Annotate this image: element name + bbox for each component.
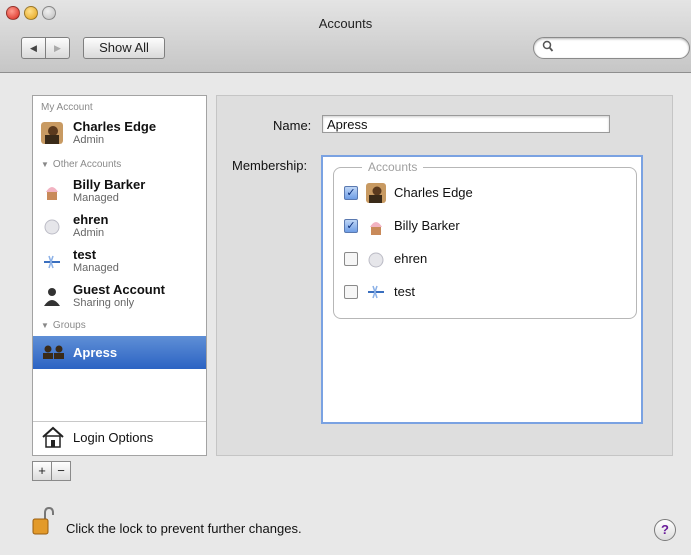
sidebar-item-billy-barker[interactable]: Billy Barker Managed	[33, 176, 206, 210]
guest-silhouette-icon	[44, 288, 60, 306]
accounts-box: Accounts ✓ Charles Edge ✓ Billy Barker e…	[333, 160, 637, 319]
member-name: ehren	[394, 251, 428, 266]
help-button[interactable]: ?	[654, 519, 676, 541]
user-role: Admin	[73, 227, 105, 239]
user-role: Managed	[73, 262, 119, 274]
user-role: Admin	[73, 134, 105, 146]
group-name-field[interactable]: Apress	[322, 115, 610, 133]
sidebar-divider	[33, 421, 206, 422]
lock-icon[interactable]	[32, 507, 54, 535]
user-photo-icon	[41, 122, 63, 144]
user-name: Guest Account	[73, 282, 165, 297]
sidebar-item-guest-account[interactable]: Guest Account Sharing only	[33, 281, 206, 315]
group-icon	[43, 345, 64, 359]
disclosure-triangle-icon[interactable]: ▼	[41, 321, 49, 330]
accounts-sidebar[interactable]: My Account Charles Edge Admin ▼ Other Acc…	[32, 95, 207, 456]
member-checkbox[interactable]	[344, 285, 358, 299]
membership-label: Membership:	[232, 158, 308, 173]
cupcake-icon	[46, 187, 58, 200]
user-name: ehren	[73, 212, 109, 227]
accounts-legend: Accounts	[362, 160, 424, 174]
disclosure-triangle-icon[interactable]: ▼	[41, 160, 49, 169]
other-accounts-header: ▼ Other Accounts	[41, 159, 122, 170]
user-role: Sharing only	[73, 297, 135, 309]
login-options-label: Login Options	[73, 430, 154, 445]
window-titlebar: Accounts ◀ ▶ Show All	[0, 0, 691, 73]
search-field[interactable]	[533, 37, 690, 59]
member-name: Billy Barker	[394, 218, 460, 233]
remove-account-button[interactable]: −	[52, 461, 71, 481]
sidebar-item-ehren[interactable]: ehren Admin	[33, 211, 206, 245]
add-remove-buttons: + −	[32, 461, 71, 481]
member-checkbox[interactable]: ✓	[344, 219, 358, 233]
member-name: test	[394, 284, 415, 299]
snowball-icon	[368, 252, 384, 268]
membership-list[interactable]: Accounts ✓ Charles Edge ✓ Billy Barker e…	[321, 155, 643, 424]
group-name: Apress	[73, 345, 118, 360]
user-name: Billy Barker	[73, 177, 146, 192]
sidebar-item-charles-edge[interactable]: Charles Edge Admin	[33, 118, 206, 152]
nav-buttons: ◀ ▶	[21, 37, 70, 59]
sidebar-item-apress[interactable]: Apress	[33, 336, 206, 369]
sidebar-item-test[interactable]: test Managed	[33, 246, 206, 280]
dragonfly-icon	[368, 285, 384, 299]
cupcake-icon	[370, 222, 382, 235]
member-checkbox[interactable]	[344, 252, 358, 266]
my-account-header: My Account	[41, 102, 93, 113]
window-title: Accounts	[318, 16, 373, 31]
show-all-button[interactable]: Show All	[83, 37, 165, 59]
back-arrow-icon: ◀	[30, 42, 37, 53]
search-icon	[542, 40, 554, 52]
house-icon	[42, 426, 64, 448]
forward-button[interactable]: ▶	[46, 37, 70, 59]
dragonfly-icon	[44, 255, 60, 269]
user-role: Managed	[73, 192, 119, 204]
name-label: Name:	[273, 118, 312, 133]
user-name: test	[73, 247, 97, 262]
forward-arrow-icon: ▶	[54, 42, 61, 53]
back-button[interactable]: ◀	[21, 37, 46, 59]
user-photo-icon	[366, 183, 386, 203]
add-account-button[interactable]: +	[32, 461, 52, 481]
user-name: Charles Edge	[73, 119, 157, 134]
snowball-icon	[44, 219, 60, 235]
member-checkbox[interactable]: ✓	[344, 186, 358, 200]
groups-header: ▼ Groups	[41, 320, 86, 331]
member-name: Charles Edge	[394, 185, 473, 200]
lock-message: Click the lock to prevent further change…	[66, 521, 302, 536]
